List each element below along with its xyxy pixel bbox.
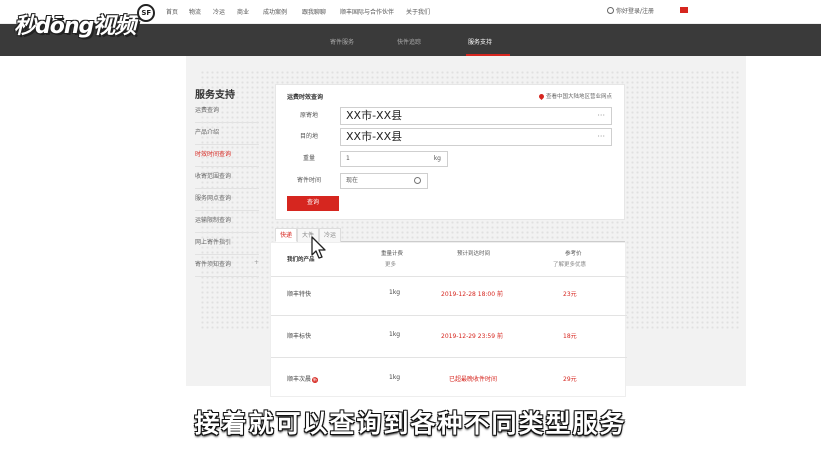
sidebar-item-range[interactable]: 收寄范围查询 (195, 171, 259, 189)
header-divider (271, 276, 627, 277)
sidebar-item-outlets[interactable]: 服务网点查询 (195, 193, 259, 211)
sidebar-item-notice[interactable]: 寄件须知查询 + (195, 259, 259, 277)
time-label: 寄件时间 (296, 177, 321, 184)
nav-item-cases[interactable]: 成功案例 (263, 7, 287, 16)
login-link[interactable]: 你好登录/注册 (607, 6, 654, 15)
nav-item-logistics[interactable]: 物流 (189, 7, 201, 16)
region-flag-icon[interactable] (680, 7, 688, 13)
sidebar-title: 服务支持 (195, 90, 235, 101)
nav-item-about[interactable]: 关于我们 (406, 7, 430, 16)
query-title: 运费时效查询 (287, 94, 324, 101)
network-link[interactable]: 查看中国大陆地区营业网点 (537, 92, 613, 100)
video-watermark-logo: 秒dōng视频 SF (14, 4, 156, 40)
row-time: 2019-12-29 23:59 前 (441, 333, 503, 340)
tab-express[interactable]: 快递 (275, 228, 297, 242)
row-price: 18元 (563, 333, 577, 340)
weight-label: 重量 (302, 155, 315, 162)
row-time: 已超最晚收件时间 (449, 376, 498, 383)
tab-send[interactable]: 寄件服务 (330, 37, 354, 46)
more-icon: ··· (597, 132, 605, 141)
nav-item-business[interactable]: 商业 (237, 7, 249, 16)
query-card: 运费时效查询 查看中国大陆地区营业网点 原寄地 XX市-XX县 ··· 目的地 … (275, 84, 625, 220)
weight-value: 1 (346, 155, 350, 162)
row-weight: 1kg (389, 374, 401, 381)
row-time: 2019-12-28 18:00 前 (441, 291, 503, 298)
tab-support[interactable]: 服务支持 (468, 37, 492, 46)
sidebar-item-freight[interactable]: 运费查询 (195, 105, 259, 123)
row-divider (271, 315, 627, 316)
row-weight: 1kg (389, 289, 401, 296)
dest-field[interactable]: XX市-XX县 ··· (340, 128, 612, 146)
nav-item-cold[interactable]: 冷运 (213, 7, 225, 16)
expand-icon[interactable]: + (254, 259, 259, 266)
watermark-text: 秒dōng视频 (14, 14, 136, 39)
time-value: 现在 (346, 177, 359, 184)
nav-item-chat[interactable]: 跟我聊聊 (302, 7, 326, 16)
weight-unit: kg (433, 155, 441, 162)
header-weight: 重量计费 (381, 251, 404, 257)
origin-field[interactable]: XX市-XX县 ··· (340, 107, 612, 125)
dest-label: 目的地 (299, 133, 318, 140)
sidebar-item-products[interactable]: 产品介绍 (195, 127, 259, 145)
sidebar-item-label: 寄件须知查询 (195, 261, 232, 268)
sidebar-item-label: 运输限制查询 (195, 217, 232, 224)
mouse-cursor-icon (311, 236, 326, 259)
row-price: 23元 (563, 291, 577, 298)
sidebar-item-label: 运费查询 (195, 107, 220, 114)
network-link-label: 查看中国大陆地区营业网点 (546, 94, 613, 100)
sidebar-item-time-query[interactable]: 时效时间查询 (195, 149, 259, 167)
sidebar-item-guide[interactable]: 网上寄件指引 (195, 237, 259, 255)
tab-track[interactable]: 快件追踪 (397, 37, 421, 46)
nav-item-home[interactable]: 首页 (166, 7, 178, 16)
sidebar-item-label: 时效时间查询 (195, 151, 232, 158)
sidebar-item-label: 服务网点查询 (195, 195, 232, 202)
weight-input[interactable]: 1 kg (340, 151, 448, 167)
row-product-label: 顺丰次晨 (287, 376, 312, 383)
header-weight-more[interactable]: 更多 (385, 260, 396, 268)
location-pin-icon (537, 92, 546, 100)
row-product: 顺丰次晨新 (287, 374, 319, 383)
user-icon (607, 7, 614, 14)
row-product: 顺丰标快 (287, 333, 312, 340)
sidebar-item-label: 收寄范围查询 (195, 173, 232, 180)
row-product: 顺丰特快 (287, 291, 312, 298)
header-price: 参考价 (565, 251, 582, 257)
header-time: 预计到达时间 (457, 251, 491, 257)
row-price: 29元 (563, 376, 577, 383)
video-subtitle: 接着就可以查询到各种不同类型服务 (194, 409, 627, 438)
sidebar-item-label: 产品介绍 (195, 129, 220, 136)
new-badge: 新 (312, 376, 319, 383)
row-divider (271, 357, 627, 358)
sidebar-item-label: 网上寄件指引 (195, 239, 232, 246)
sf-badge: SF (137, 4, 156, 22)
login-label: 你好登录/注册 (616, 8, 655, 15)
header-price-more[interactable]: 了解更多优惠 (553, 260, 586, 268)
row-weight: 1kg (389, 331, 401, 338)
nav-item-partners[interactable]: 顺丰国际与合作伙伴 (340, 7, 394, 16)
query-button[interactable]: 查询 (287, 196, 339, 211)
clock-icon (414, 177, 421, 184)
origin-label: 原寄地 (299, 112, 318, 119)
time-picker[interactable]: 现在 (340, 173, 428, 189)
more-icon: ··· (597, 111, 605, 120)
dest-value: XX市-XX县 (346, 130, 403, 143)
origin-value: XX市-XX县 (346, 109, 403, 122)
results-table: 我们的产品 重量计费 更多 预计到达时间 参考价 了解更多优惠 顺丰特快 1kg… (270, 242, 627, 397)
sidebar-item-restrictions[interactable]: 运输限制查询 (195, 215, 259, 233)
